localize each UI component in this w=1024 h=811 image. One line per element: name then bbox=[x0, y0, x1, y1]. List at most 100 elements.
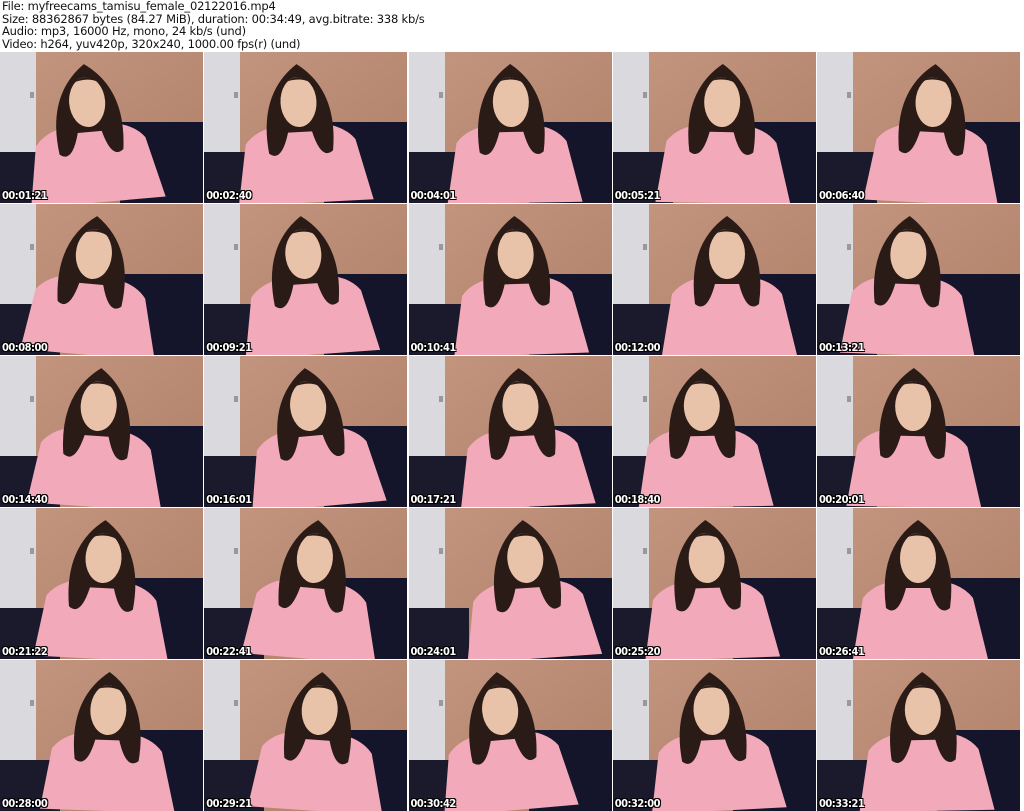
video-thumbnail: 00:20:01 bbox=[817, 356, 1020, 507]
thumbnail-timestamp: 00:16:01 bbox=[206, 493, 252, 506]
video-frame bbox=[817, 508, 1020, 659]
file-info-header: File: myfreecams_tamisu_female_02122016.… bbox=[2, 0, 425, 50]
door bbox=[204, 52, 241, 157]
thumbnail-timestamp: 00:30:42 bbox=[410, 797, 457, 810]
video-frame bbox=[0, 508, 203, 659]
door bbox=[612, 52, 649, 157]
thumbnail-timestamp: 00:06:40 bbox=[819, 189, 865, 202]
video-thumbnail: 00:25:20 bbox=[612, 508, 816, 659]
door bbox=[408, 508, 445, 613]
door bbox=[612, 508, 649, 613]
thumbnail-timestamp: 00:26:41 bbox=[819, 645, 865, 658]
video-frame bbox=[204, 356, 408, 507]
door bbox=[204, 660, 241, 765]
door bbox=[408, 356, 445, 461]
video-thumbnail: 00:14:40 bbox=[0, 356, 203, 507]
video-frame bbox=[408, 52, 612, 203]
video-frame bbox=[612, 52, 816, 203]
thumbnail-timestamp: 00:21:22 bbox=[2, 645, 48, 658]
door bbox=[0, 52, 36, 157]
thumbnail-timestamp: 00:14:40 bbox=[2, 493, 48, 506]
door bbox=[612, 204, 649, 309]
video-thumbnail: 00:10:41 bbox=[408, 204, 612, 355]
face bbox=[900, 533, 936, 583]
thumbnail-timestamp: 00:28:00 bbox=[2, 797, 48, 810]
video-frame bbox=[408, 508, 612, 659]
video-frame bbox=[612, 204, 816, 355]
thumbnail-timestamp: 00:01:21 bbox=[2, 189, 48, 202]
door bbox=[817, 204, 853, 309]
video-frame bbox=[204, 204, 408, 355]
thumbnail-timestamp: 00:02:40 bbox=[206, 189, 252, 202]
door bbox=[817, 660, 853, 765]
thumbnail-grid: 00:01:21 00:02:40 00:04:01 00:05:21 00:0… bbox=[0, 52, 1024, 811]
door bbox=[408, 204, 445, 309]
thumbnail-timestamp: 00:32:00 bbox=[614, 797, 661, 810]
video-frame bbox=[612, 356, 816, 507]
video-frame bbox=[817, 660, 1020, 811]
door bbox=[204, 508, 241, 613]
thumbnail-timestamp: 00:10:41 bbox=[410, 341, 457, 354]
video-frame bbox=[204, 52, 408, 203]
thumbnail-timestamp: 00:25:20 bbox=[614, 645, 661, 658]
video-thumbnail: 00:22:41 bbox=[204, 508, 408, 659]
thumbnail-timestamp: 00:12:00 bbox=[614, 341, 661, 354]
video-thumbnail: 00:17:21 bbox=[408, 356, 612, 507]
video-thumbnail: 00:08:00 bbox=[0, 204, 203, 355]
door bbox=[817, 508, 853, 613]
video-thumbnail: 00:29:21 bbox=[204, 660, 408, 811]
video-thumbnail: 00:13:21 bbox=[817, 204, 1020, 355]
video-frame bbox=[817, 52, 1020, 203]
video-thumbnail: 00:05:21 bbox=[612, 52, 816, 203]
video-thumbnail: 00:30:42 bbox=[408, 660, 612, 811]
video-thumbnail: 00:32:00 bbox=[612, 660, 816, 811]
thumbnail-timestamp: 00:29:21 bbox=[206, 797, 252, 810]
door bbox=[204, 204, 241, 309]
door bbox=[612, 356, 649, 461]
video-frame bbox=[408, 204, 612, 355]
video-thumbnail: 00:01:21 bbox=[0, 52, 203, 203]
video-frame bbox=[0, 204, 203, 355]
video-thumbnail: 00:09:21 bbox=[204, 204, 408, 355]
thumbnail-timestamp: 00:17:21 bbox=[410, 493, 457, 506]
video-thumbnail: 00:21:22 bbox=[0, 508, 203, 659]
video-thumbnail: 00:24:01 bbox=[408, 508, 612, 659]
video-thumbnail: 00:12:00 bbox=[612, 204, 816, 355]
door bbox=[612, 660, 649, 765]
door bbox=[204, 356, 241, 461]
face bbox=[708, 229, 745, 279]
audio-info: Audio: mp3, 16000 Hz, mono, 24 kb/s (und… bbox=[2, 24, 246, 38]
video-frame bbox=[612, 660, 816, 811]
video-frame bbox=[817, 204, 1020, 355]
door bbox=[817, 52, 853, 157]
thumbnail-timestamp: 00:13:21 bbox=[819, 341, 865, 354]
door bbox=[408, 52, 445, 157]
thumbnail-timestamp: 00:22:41 bbox=[206, 645, 252, 658]
video-frame bbox=[408, 660, 612, 811]
video-frame bbox=[0, 356, 203, 507]
video-thumbnail: 00:02:40 bbox=[204, 52, 408, 203]
video-frame bbox=[0, 660, 203, 811]
video-thumbnail: 00:16:01 bbox=[204, 356, 408, 507]
door bbox=[817, 356, 853, 461]
video-info: Video: h264, yuv420p, 320x240, 1000.00 f… bbox=[2, 36, 301, 51]
thumbnail-timestamp: 00:33:21 bbox=[819, 797, 865, 810]
thumbnail-timestamp: 00:04:01 bbox=[410, 189, 457, 202]
video-frame bbox=[612, 508, 816, 659]
thumbnail-timestamp: 00:09:21 bbox=[206, 341, 252, 354]
video-frame bbox=[408, 356, 612, 507]
thumbnail-timestamp: 00:24:01 bbox=[410, 645, 457, 658]
door bbox=[0, 356, 36, 461]
thumbnail-timestamp: 00:18:40 bbox=[614, 493, 661, 506]
video-frame bbox=[817, 356, 1020, 507]
file-name: File: myfreecams_tamisu_female_02122016.… bbox=[2, 0, 276, 13]
video-thumbnail: 00:18:40 bbox=[612, 356, 816, 507]
video-thumbnail: 00:06:40 bbox=[817, 52, 1020, 203]
video-thumbnail: 00:04:01 bbox=[408, 52, 612, 203]
door bbox=[408, 660, 445, 765]
thumbnail-timestamp: 00:08:00 bbox=[2, 341, 48, 354]
thumbnail-timestamp: 00:05:21 bbox=[614, 189, 661, 202]
video-thumbnail: 00:28:00 bbox=[0, 660, 203, 811]
door bbox=[0, 508, 36, 613]
video-frame bbox=[0, 52, 203, 203]
